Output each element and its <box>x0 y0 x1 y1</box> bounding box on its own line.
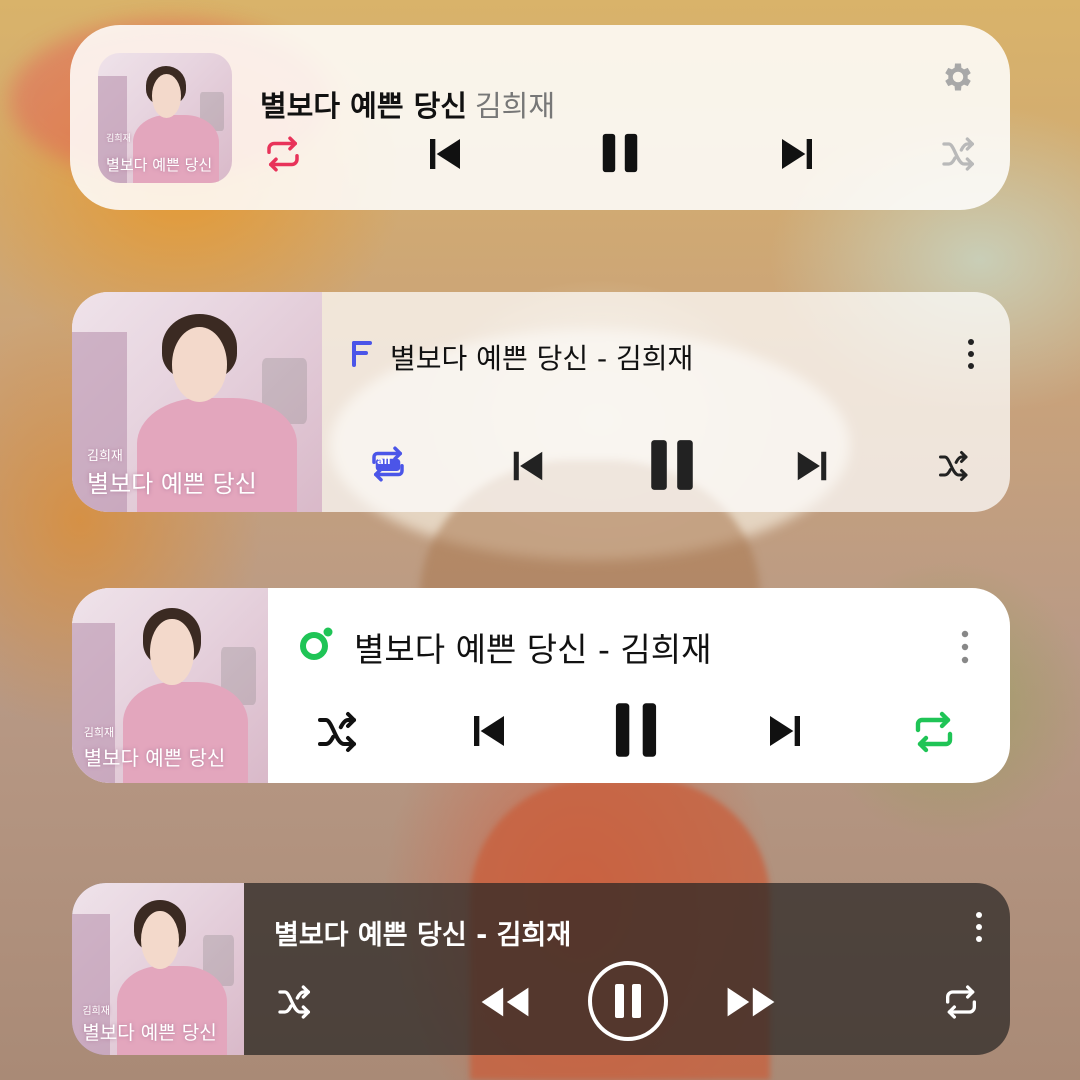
next-button[interactable] <box>772 129 822 179</box>
track-title: 별보다 예쁜 당신 김희재 <box>260 83 555 125</box>
pause-icon <box>615 703 657 757</box>
artist-name: 김희재 <box>474 89 555 123</box>
skip-previous-icon <box>474 716 504 746</box>
flo-logo-icon <box>348 336 378 372</box>
more-vertical-icon <box>976 912 982 942</box>
album-art-title: 별보다 예쁜 당신 <box>82 1021 217 1044</box>
skip-next-icon <box>782 139 812 169</box>
album-art[interactable]: 김희재 별보다 예쁜 당신 <box>72 588 268 783</box>
settings-button[interactable] <box>936 55 980 99</box>
repeat-icon <box>946 985 976 1019</box>
shuffle-icon <box>278 985 310 1019</box>
track-title: 별보다 예쁜 당신 - 김희재 <box>354 630 712 669</box>
shuffle-icon <box>939 451 968 481</box>
album-art-face <box>151 73 182 118</box>
repeat-button[interactable]: all <box>364 440 412 488</box>
album-art-artist: 김희재 <box>87 448 123 464</box>
repeat-mode-label: all <box>377 456 391 467</box>
repeat-icon <box>915 711 953 753</box>
repeat-button[interactable] <box>906 704 962 760</box>
repeat-button[interactable] <box>258 129 308 179</box>
music-widget-3: 김희재 별보다 예쁜 당신 별보다 예쁜 당신 - 김희재 <box>72 588 1010 783</box>
shuffle-button[interactable] <box>934 129 984 179</box>
album-art-title: 별보다 예쁜 당신 <box>87 469 257 498</box>
album-art-face <box>150 619 194 686</box>
skip-next-icon <box>770 716 800 746</box>
album-art-face <box>172 327 227 402</box>
album-art-artist: 김희재 <box>83 726 115 740</box>
album-art-title: 별보다 예쁜 당신 <box>83 746 226 771</box>
song-title: 별보다 예쁜 당신 <box>260 89 467 123</box>
pause-button[interactable] <box>644 437 700 493</box>
album-art-face <box>140 910 179 969</box>
album-art-artist: 김희재 <box>82 1006 110 1018</box>
shuffle-button[interactable] <box>270 979 320 1025</box>
repeat-icon <box>267 136 299 172</box>
repeat-button[interactable] <box>936 979 986 1025</box>
more-options-button[interactable] <box>956 332 986 376</box>
skip-previous-icon <box>430 139 460 169</box>
track-title: 별보다 예쁜 당신 - 김희재 <box>274 920 572 951</box>
more-options-button[interactable] <box>964 907 994 947</box>
skip-next-icon <box>797 451 827 481</box>
album-art-artist: 김희재 <box>106 134 131 144</box>
previous-button[interactable] <box>504 442 552 490</box>
previous-button[interactable] <box>420 129 470 179</box>
pause-button[interactable] <box>594 127 646 179</box>
next-button[interactable] <box>788 442 836 490</box>
flo-logo-icon <box>352 341 372 367</box>
melon-logo-icon <box>300 627 333 660</box>
album-art[interactable]: 김희재 별보다 예쁜 당신 <box>72 883 244 1055</box>
more-vertical-icon <box>968 339 974 369</box>
melon-logo-icon <box>296 624 336 664</box>
pause-button[interactable] <box>586 959 670 1043</box>
shuffle-button[interactable] <box>310 704 366 760</box>
rewind-button[interactable] <box>474 977 536 1027</box>
music-widget-4: 김희재 별보다 예쁜 당신 별보다 예쁜 당신 - 김희재 <box>72 883 1010 1055</box>
pause-circle-icon <box>588 961 668 1041</box>
more-vertical-icon <box>961 630 969 664</box>
pause-icon <box>651 440 693 490</box>
fast-forward-button[interactable] <box>720 977 782 1027</box>
next-button[interactable] <box>758 704 812 758</box>
gear-icon <box>945 63 971 91</box>
album-art[interactable]: 김희재 별보다 예쁜 당신 <box>72 292 322 512</box>
shuffle-icon <box>942 137 974 171</box>
fast-forward-icon <box>727 987 775 1017</box>
pause-icon <box>602 133 638 173</box>
previous-button[interactable] <box>462 704 516 758</box>
album-art[interactable]: 김희재 별보다 예쁜 당신 <box>98 53 232 183</box>
skip-previous-icon <box>513 451 543 481</box>
album-art-title: 별보다 예쁜 당신 <box>106 156 213 175</box>
music-widget-1: 김희재 별보다 예쁜 당신 별보다 예쁜 당신 김희재 <box>70 25 1010 210</box>
music-widget-2: 김희재 별보다 예쁜 당신 별보다 예쁜 당신 - 김희재 all <box>72 292 1010 512</box>
shuffle-button[interactable] <box>930 442 978 490</box>
track-title: 별보다 예쁜 당신 - 김희재 <box>390 342 694 375</box>
rewind-icon <box>481 987 529 1017</box>
shuffle-icon <box>318 712 356 752</box>
more-options-button[interactable] <box>950 624 980 670</box>
pause-button[interactable] <box>606 698 666 762</box>
